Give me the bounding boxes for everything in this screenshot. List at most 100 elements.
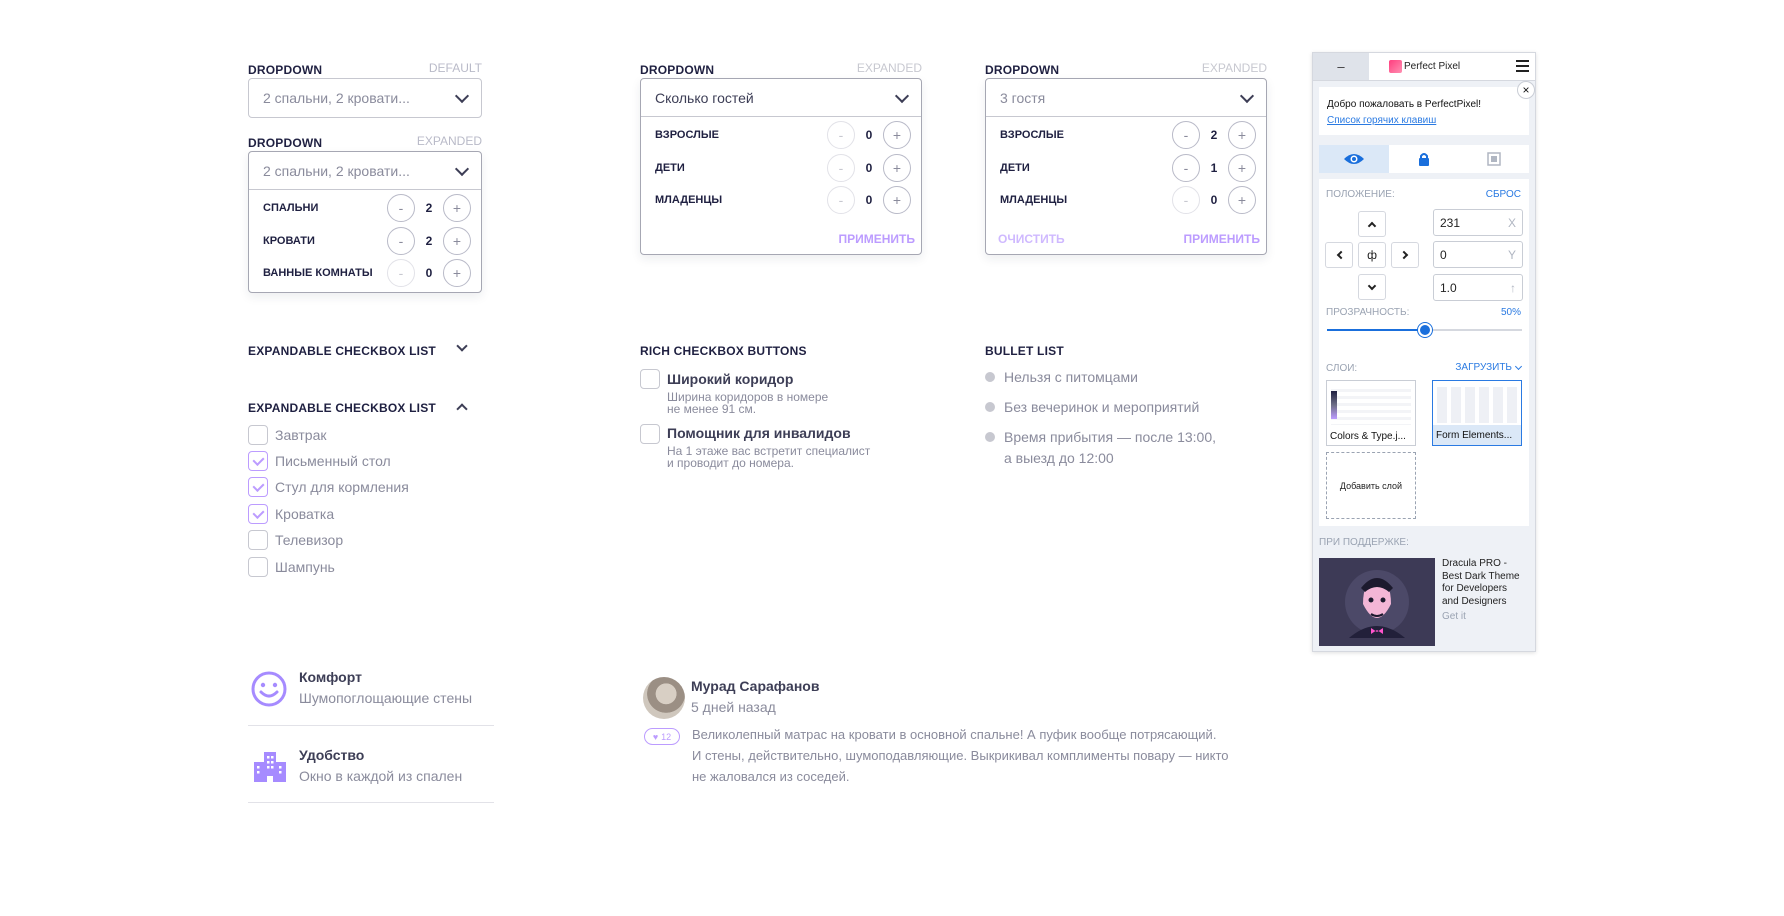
decrement-button[interactable]: - (1172, 154, 1200, 182)
layer-name: Colors & Type.j... (1330, 431, 1406, 442)
reset-button[interactable]: СБРОС (1486, 189, 1521, 200)
checkbox[interactable] (248, 557, 268, 577)
decrement-button[interactable]: - (1172, 121, 1200, 149)
dropdown-panel: 3 гостя ВЗРОСЛЫЕ - 2 + ДЕТИ - 1 + МЛАДЕН… (985, 78, 1267, 255)
eye-icon[interactable] (1319, 145, 1389, 173)
upload-label: ЗАГРУЗИТЬ (1455, 362, 1512, 373)
increment-button[interactable]: + (883, 154, 911, 182)
x-input[interactable]: 231 X (1433, 209, 1523, 236)
smile-icon (250, 670, 288, 708)
counter-label: ВЗРОСЛЫЕ (655, 129, 719, 141)
decrement-button[interactable]: - (827, 154, 855, 182)
expandable-checklist-collapsed[interactable]: EXPANDABLE CHECKBOX LIST (248, 340, 470, 360)
move-up-button[interactable] (1358, 211, 1386, 237)
sponsor-cta[interactable]: Get it (1442, 611, 1532, 624)
hamburger-menu-icon[interactable] (1516, 60, 1529, 72)
counter-row: МЛАДЕНЦЫ - 0 + (655, 185, 911, 215)
minimize-button[interactable]: – (1313, 53, 1369, 80)
building-icon (252, 748, 288, 784)
bullet-dot (985, 432, 995, 442)
checkbox[interactable] (248, 504, 268, 524)
counter-value: 0 (865, 161, 873, 175)
dropdown-field[interactable]: 3 гостя (986, 79, 1266, 117)
checklist-header[interactable]: EXPANDABLE CHECKBOX LIST (248, 399, 470, 417)
decrement-button[interactable]: - (387, 227, 415, 255)
layer-preview-image (1437, 387, 1517, 423)
checkbox[interactable] (248, 477, 268, 497)
lock-icon[interactable] (1389, 145, 1459, 173)
decrement-button[interactable]: - (827, 186, 855, 214)
divider (248, 802, 494, 803)
counter-row: СПАЛЬНИ - 2 + (263, 193, 471, 223)
scale-input[interactable]: 1.0 ↑ (1433, 274, 1523, 301)
decrement-button[interactable]: - (827, 121, 855, 149)
counter-label: ДЕТИ (655, 162, 685, 174)
apply-button[interactable]: ПРИМЕНИТЬ (1184, 232, 1261, 246)
bullet-text: Время прибытия — после 13:00, (1004, 429, 1217, 445)
feature-description: Окно в каждой из спален (299, 768, 463, 784)
bullet-text: а выезд до 12:00 (1004, 450, 1114, 466)
clear-button[interactable]: ОЧИСТИТЬ (998, 232, 1065, 246)
opacity-slider-thumb[interactable] (1417, 323, 1432, 337)
dropdown-value: Сколько гостей (655, 89, 754, 106)
dropdown-field[interactable]: 2 спальни, 2 кровати... (249, 152, 481, 190)
decrement-button[interactable]: - (387, 259, 415, 287)
opacity-slider-track[interactable] (1327, 323, 1522, 337)
y-input[interactable]: 0 Y (1433, 241, 1523, 268)
increment-button[interactable]: + (1228, 154, 1256, 182)
color-swatch (1331, 391, 1337, 419)
checkbox[interactable] (248, 451, 268, 471)
upload-button[interactable]: ЗАГРУЗИТЬ (1455, 362, 1523, 373)
chevron-right-icon (1399, 250, 1408, 260)
section-title: BULLET LIST (985, 344, 1064, 358)
scale-value: 1.0 (1440, 280, 1457, 295)
layer-thumb[interactable]: Colors & Type.j... (1326, 380, 1416, 446)
perfectpixel-panel: – Perfect Pixel Добро пожаловать в Perfe… (1312, 52, 1536, 652)
move-down-button[interactable] (1358, 274, 1386, 300)
invert-icon[interactable] (1459, 145, 1529, 173)
sponsor-banner[interactable] (1319, 558, 1435, 646)
pp-hotkeys-link[interactable]: Список горячих клавиш (1327, 115, 1436, 126)
dropdown-field[interactable]: 2 спальни, 2 кровати... (248, 78, 482, 118)
decrement-button[interactable]: - (387, 194, 415, 222)
close-icon[interactable]: × (1517, 81, 1535, 99)
rich-checkbox-section: RICH CHECKBOX BUTTONS Широкий коридор Ши… (640, 342, 900, 482)
move-left-button[interactable] (1325, 242, 1353, 268)
decrement-button[interactable]: - (1172, 186, 1200, 214)
increment-button[interactable]: + (443, 227, 471, 255)
checkbox[interactable] (248, 530, 268, 550)
dropdown-header: DROPDOWN EXPANDED (640, 61, 922, 79)
center-button[interactable]: ф (1358, 242, 1386, 268)
like-button[interactable]: ♥ 12 (644, 728, 680, 745)
layer-thumb-active[interactable]: Form Elements... (1432, 380, 1522, 446)
add-layer-button[interactable]: Добавить слой (1326, 452, 1416, 519)
sponsor-text[interactable]: Dracula PRO - Best Dark Theme for Develo… (1442, 558, 1532, 624)
rich-checkbox-description: не менее 91 см. (667, 402, 757, 416)
section-title: RICH CHECKBOX BUTTONS (640, 344, 807, 358)
counter-label: КРОВАТИ (263, 235, 315, 247)
bullet-text: Без вечеринок и мероприятий (1004, 399, 1200, 415)
move-right-button[interactable] (1391, 242, 1419, 268)
chevron-down-icon (456, 340, 468, 352)
checkbox-label: Письменный стол (275, 453, 391, 469)
chevron-up-icon (456, 403, 468, 415)
rich-checkbox[interactable] (640, 424, 660, 444)
dropdown-field[interactable]: Сколько гостей (641, 79, 921, 117)
perfectpixel-logo-icon (1389, 60, 1402, 73)
increment-button[interactable]: + (1228, 121, 1256, 149)
opacity-slider-fill (1327, 329, 1425, 331)
apply-button[interactable]: ПРИМЕНИТЬ (839, 232, 916, 246)
increment-button[interactable]: + (443, 194, 471, 222)
increment-button[interactable]: + (883, 186, 911, 214)
scale-arrow-icon: ↑ (1510, 280, 1516, 295)
section-title: EXPANDABLE CHECKBOX LIST (248, 344, 436, 358)
increment-button[interactable]: + (443, 259, 471, 287)
increment-button[interactable]: + (1228, 186, 1256, 214)
dropdown-value: 2 спальни, 2 кровати... (263, 90, 410, 106)
feature-title: Удобство (299, 747, 365, 763)
increment-button[interactable]: + (883, 121, 911, 149)
rich-checkbox[interactable] (640, 369, 660, 389)
review-text-line: Великолепный матрас на кровати в основно… (692, 727, 1217, 742)
dropdown-guests-filled-section: DROPDOWN EXPANDED 3 гостя ВЗРОСЛЫЕ - 2 +… (985, 61, 1267, 257)
checkbox[interactable] (248, 425, 268, 445)
